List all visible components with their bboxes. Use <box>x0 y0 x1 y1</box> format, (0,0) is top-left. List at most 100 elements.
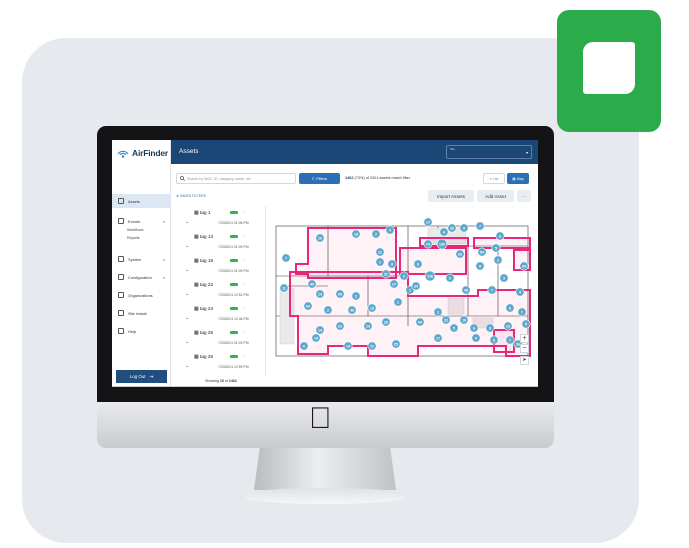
map-cluster[interactable]: 3 <box>495 231 505 241</box>
map-cluster[interactable]: 5 <box>449 323 459 333</box>
map-cluster[interactable]: 1 <box>375 257 385 267</box>
map-cluster[interactable]: 2 <box>351 291 361 301</box>
saved-filters-link[interactable]: ★ SAVED FILTERS <box>176 194 206 198</box>
map-cluster[interactable]: 8 <box>485 323 495 333</box>
map-cluster[interactable]: 3 <box>499 273 509 283</box>
map-cluster[interactable]: 9 <box>459 223 469 233</box>
map-view-button[interactable]: ▦ Map <box>507 173 529 184</box>
map-cluster[interactable]: 34 <box>519 261 529 271</box>
zoom-out-icon[interactable]: − <box>520 344 529 353</box>
map-cluster[interactable]: 2 <box>493 255 503 265</box>
map-cluster[interactable]: 1 <box>393 297 403 307</box>
chevron-down-icon[interactable]: ⌄ <box>185 267 189 273</box>
sidebar-subitem-workflows[interactable]: Workflows <box>127 228 144 232</box>
map-cluster[interactable]: 10 <box>315 233 325 243</box>
map-cluster[interactable]: 19 <box>459 315 469 325</box>
map-cluster[interactable]: 27 <box>389 279 399 289</box>
map-cluster[interactable]: 8 <box>413 259 423 269</box>
map-cluster[interactable]: 7 <box>505 335 515 345</box>
zoom-in-icon[interactable]: + <box>520 334 529 343</box>
map-cluster[interactable]: 7 <box>281 253 291 263</box>
map-cluster[interactable]: 26 <box>455 249 465 259</box>
map-cluster[interactable]: 5 <box>521 319 531 329</box>
map-cluster[interactable]: 14 <box>315 289 325 299</box>
filters-button[interactable]: ≡ Filters <box>299 173 340 184</box>
map-cluster[interactable]: 14 <box>315 325 325 335</box>
brand-logo[interactable]: AirFinder <box>116 147 168 159</box>
map-cluster[interactable]: 10 <box>503 321 513 331</box>
map-cluster[interactable]: 2 <box>445 273 455 283</box>
map-cluster[interactable]: 5 <box>491 243 501 253</box>
map-cluster[interactable]: 12 <box>375 247 385 257</box>
map-cluster[interactable]: 14 <box>343 341 353 351</box>
map-cluster[interactable]: 40 <box>307 279 317 289</box>
map-cluster[interactable]: 7 <box>487 285 497 295</box>
row-menu-icon[interactable]: ··· <box>242 353 246 358</box>
map-cluster[interactable]: 7 <box>517 307 527 317</box>
more-button[interactable]: ··· <box>517 190 531 202</box>
map-cluster[interactable]: 44 <box>415 317 425 327</box>
sidebar-item-assets[interactable]: Assets <box>112 194 171 208</box>
list-item[interactable]: ⌄ ▦ tag 1 ··· 7/20/2021 01:06 PM <box>176 208 264 232</box>
list-view-button[interactable]: ≡ List <box>483 173 505 184</box>
map-cluster[interactable]: 23 <box>335 321 345 331</box>
map-cluster[interactable]: 11 <box>367 341 377 351</box>
list-item[interactable]: ⌄ ▦ tag 15 ··· 7/20/2021 01:00 PM <box>176 256 264 280</box>
map-cluster[interactable]: 6 <box>299 341 309 351</box>
chevron-down-icon[interactable]: ⌄ <box>185 315 189 321</box>
map-cluster[interactable]: 14 <box>311 333 321 343</box>
row-menu-icon[interactable]: ··· <box>242 257 246 262</box>
map-cluster[interactable]: 26 <box>447 223 457 233</box>
map-cluster[interactable]: 7 <box>475 221 485 231</box>
map-cluster[interactable]: 64 <box>303 301 313 311</box>
sidebar-item-help[interactable]: Help <box>112 324 171 338</box>
add-asset-button[interactable]: Add Asset <box>477 190 514 202</box>
map-cluster[interactable]: 17 <box>433 333 443 343</box>
chevron-down-icon[interactable]: ⌄ <box>185 219 189 225</box>
sidebar-item-organizations[interactable]: Organizations <box>112 288 171 302</box>
map-cluster[interactable]: 136 <box>424 270 436 282</box>
list-item[interactable]: ⌄ ▦ tag 25 ··· 7/20/2021 01:03 PM <box>176 328 264 352</box>
map-cluster[interactable]: 24 <box>423 239 433 249</box>
sidebar-subitem-reports[interactable]: Reports <box>127 236 140 240</box>
map-cluster[interactable]: 4 <box>439 227 449 237</box>
map-cluster[interactable]: 4 <box>471 333 481 343</box>
row-menu-icon[interactable]: ··· <box>242 233 246 238</box>
chevron-down-icon[interactable]: ⌄ <box>185 291 189 297</box>
list-item[interactable]: ⌄ ▦ tag 26 ··· 7/20/2021 12:59 PM <box>176 352 264 376</box>
map-cluster[interactable]: 13 <box>367 303 377 313</box>
floor-map[interactable]: 10 18 2 4 17 4 26 9 7 3 24 130 26 54 5 12 1 8 8 8 2 31 2 7 11 40 1… <box>268 206 532 376</box>
map-cluster[interactable]: 8 <box>505 303 515 313</box>
map-cluster[interactable]: 2 <box>399 271 409 281</box>
map-cluster[interactable]: 4 <box>515 287 525 297</box>
map-cluster[interactable]: 11 <box>279 283 289 293</box>
map-cluster[interactable]: 8 <box>475 261 485 271</box>
map-cluster[interactable]: 13 <box>363 321 373 331</box>
horizontal-scrollbar[interactable] <box>112 386 538 387</box>
list-item[interactable]: ⌄ ▦ tag 22 ··· 7/20/2021 12:52 PM <box>176 280 264 304</box>
map-cluster[interactable]: 8 <box>387 259 397 269</box>
map-cluster[interactable]: 6 <box>489 335 499 345</box>
sidebar-item-system[interactable]: System v <box>112 252 171 266</box>
row-menu-icon[interactable]: ··· <box>242 305 246 310</box>
map-cluster[interactable]: 6 <box>469 323 479 333</box>
row-menu-icon[interactable]: ··· <box>242 209 246 214</box>
map-cluster[interactable]: 2 <box>371 229 381 239</box>
site-select[interactable]: Site ▾ <box>446 145 532 159</box>
map-cluster[interactable]: 17 <box>423 217 433 227</box>
list-item[interactable]: ⌄ ▦ tag 24 ··· 7/20/2021 12:46 PM <box>176 304 264 328</box>
map-cluster[interactable]: 2 <box>433 307 443 317</box>
map-cluster[interactable]: 4 <box>385 225 395 235</box>
map-cluster[interactable]: 46 <box>347 305 357 315</box>
logout-button[interactable]: Log Out ⇥ <box>116 370 167 383</box>
sidebar-item-site-install[interactable]: Site Install <box>112 306 171 320</box>
map-cluster[interactable]: 2 <box>323 305 333 315</box>
map-cluster[interactable]: 130 <box>436 238 448 250</box>
list-item[interactable]: ⌄ ▦ tag 13 ··· 7/20/2021 01:00 PM <box>176 232 264 256</box>
map-cluster[interactable]: 22 <box>441 315 451 325</box>
map-cluster[interactable]: 31 <box>381 269 391 279</box>
chevron-down-icon[interactable]: ⌄ <box>185 363 189 369</box>
chevron-down-icon[interactable]: ⌄ <box>185 339 189 345</box>
map-cluster[interactable]: 35 <box>335 289 345 299</box>
map-cluster[interactable]: 25 <box>391 339 401 349</box>
